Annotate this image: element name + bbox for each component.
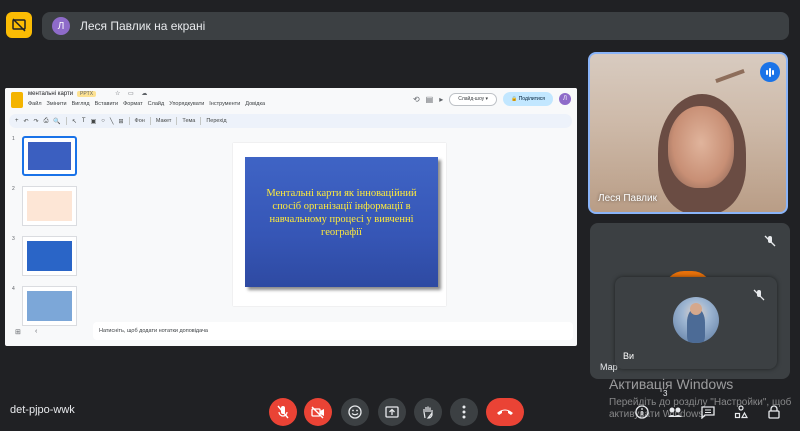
textbox-icon[interactable]: T bbox=[82, 118, 86, 124]
image-icon[interactable]: ▣ bbox=[91, 118, 97, 125]
slide-thumbnail[interactable] bbox=[22, 286, 77, 326]
background-object bbox=[715, 68, 745, 84]
meeting-details-icon[interactable] bbox=[629, 398, 655, 426]
undo-icon[interactable]: ↶ bbox=[24, 118, 29, 125]
transition-button[interactable]: Перехід bbox=[206, 118, 226, 124]
camera-toggle-button[interactable] bbox=[304, 398, 332, 426]
theme-button[interactable]: Тема bbox=[182, 118, 195, 124]
presenter-avatar: Л bbox=[52, 17, 70, 35]
people-icon[interactable] bbox=[662, 398, 688, 426]
participant-tile-speaker[interactable]: Леся Павлик bbox=[588, 52, 788, 214]
share-button[interactable]: 🔒 Поділитися bbox=[503, 92, 553, 106]
user-avatar[interactable]: Л bbox=[559, 93, 571, 105]
divider bbox=[200, 117, 202, 125]
slideshow-label: Слайд-шоу bbox=[458, 96, 485, 102]
divider bbox=[149, 117, 151, 125]
menu-view[interactable]: Вигляд bbox=[72, 101, 90, 107]
slide-thumbnail[interactable] bbox=[22, 236, 77, 276]
menu-insert[interactable]: Вставити bbox=[95, 101, 119, 107]
filmstrip: 1 2 3 4 bbox=[5, 132, 89, 346]
participant-face bbox=[668, 106, 734, 188]
slides-toolbar: + ↶ ↷ ⎙ 🔍 ↖ T ▣ ○ ╲ ⊞ Фон Макет Тема Пер… bbox=[9, 114, 572, 128]
mic-toggle-button[interactable] bbox=[269, 398, 297, 426]
shape-icon[interactable]: ○ bbox=[101, 118, 105, 124]
self-avatar bbox=[673, 297, 719, 343]
redo-icon[interactable]: ↷ bbox=[34, 118, 39, 125]
layout-button[interactable]: Макет bbox=[156, 118, 172, 124]
slide-title-box[interactable]: Ментальні карти як інноваційний спосіб о… bbox=[245, 157, 438, 287]
host-controls-icon[interactable] bbox=[761, 398, 787, 426]
meeting-code: det-pjpo-wwk bbox=[10, 404, 75, 416]
print-icon[interactable]: ⎙ bbox=[44, 118, 49, 125]
more-options-button[interactable] bbox=[450, 398, 478, 426]
collapse-filmstrip-icon[interactable]: ‹ bbox=[35, 328, 37, 335]
shared-screen: ментальні карти PPTX ☆ ▭ ☁ Файл Змінити … bbox=[5, 88, 577, 346]
slide-number: 3 bbox=[12, 236, 15, 242]
line-icon[interactable]: ╲ bbox=[110, 118, 114, 125]
doc-title[interactable]: ментальні карти bbox=[28, 91, 73, 97]
menu-file[interactable]: Файл bbox=[28, 101, 42, 107]
star-move-cloud-icons[interactable]: ☆ ▭ ☁ bbox=[115, 90, 150, 97]
header-actions: ⟲ ▤ ▸ Слайд-шоу ▾ 🔒 Поділитися Л bbox=[413, 92, 571, 106]
participants-count: 3 bbox=[663, 389, 668, 398]
presenting-banner: Л Леся Павлик на екрані bbox=[42, 12, 789, 40]
chat-icon[interactable] bbox=[695, 398, 721, 426]
present-screen-button[interactable] bbox=[378, 398, 406, 426]
menu-slide[interactable]: Слайд bbox=[148, 101, 165, 107]
divider bbox=[176, 117, 178, 125]
slide-thumbnail[interactable] bbox=[22, 186, 77, 226]
mic-off-icon bbox=[762, 233, 778, 249]
slides-logo-icon bbox=[11, 92, 23, 108]
slide-number: 2 bbox=[12, 186, 15, 192]
menu-edit[interactable]: Змінити bbox=[47, 101, 67, 107]
background-button[interactable]: Фон bbox=[135, 118, 145, 124]
slideshow-button[interactable]: Слайд-шоу ▾ bbox=[449, 92, 498, 106]
divider bbox=[128, 117, 130, 125]
grid-view-icon[interactable]: ⊞ bbox=[15, 328, 21, 336]
file-type-badge: PPTX bbox=[77, 91, 97, 97]
speaker-notes[interactable]: Натисніть, щоб додати нотатки доповідача bbox=[93, 322, 573, 340]
slide-canvas: Ментальні карти як інноваційний спосіб о… bbox=[93, 132, 573, 318]
zoom-icon[interactable]: 🔍 bbox=[53, 118, 60, 125]
slide-number: 1 bbox=[12, 136, 15, 142]
current-slide[interactable]: Ментальні карти як інноваційний спосіб о… bbox=[233, 143, 446, 306]
meet-icon[interactable]: ▸ bbox=[439, 95, 443, 104]
presenting-text: Леся Павлик на екрані bbox=[80, 19, 206, 33]
notes-placeholder: Натисніть, щоб додати нотатки доповідача bbox=[99, 328, 208, 334]
leave-call-button[interactable] bbox=[486, 398, 524, 426]
reactions-button[interactable] bbox=[341, 398, 369, 426]
mic-off-icon bbox=[751, 287, 767, 303]
menu-format[interactable]: Формат bbox=[123, 101, 143, 107]
slides-header: ментальні карти PPTX ☆ ▭ ☁ Файл Змінити … bbox=[5, 88, 577, 112]
slide-title: Ментальні карти як інноваційний спосіб о… bbox=[266, 187, 417, 239]
new-slide-icon[interactable]: + bbox=[15, 118, 19, 124]
share-label: Поділитися bbox=[518, 96, 545, 102]
divider bbox=[65, 117, 67, 125]
menu-help[interactable]: Довідка bbox=[245, 101, 265, 107]
menu-tools[interactable]: Інструменти bbox=[209, 101, 240, 107]
menu-bar: Файл Змінити Вигляд Вставити Формат Слай… bbox=[28, 101, 265, 107]
select-icon[interactable]: ↖ bbox=[72, 118, 77, 125]
activities-icon[interactable] bbox=[728, 398, 754, 426]
raise-hand-button[interactable] bbox=[414, 398, 442, 426]
participant-name: Леся Павлик bbox=[598, 193, 657, 204]
comment-add-icon[interactable]: ⊞ bbox=[119, 118, 124, 125]
self-tile[interactable]: Ви bbox=[615, 277, 777, 369]
speaking-indicator-icon bbox=[760, 62, 780, 82]
windows-activation-title: Активація Windows bbox=[609, 376, 734, 392]
menu-arrange[interactable]: Упорядкувати bbox=[169, 101, 204, 107]
slide-number: 4 bbox=[12, 286, 15, 292]
self-name: Ви bbox=[623, 351, 635, 361]
comments-icon[interactable]: ▤ bbox=[426, 95, 434, 104]
history-icon[interactable]: ⟲ bbox=[413, 95, 420, 104]
slide-thumbnail[interactable] bbox=[22, 136, 77, 176]
presentation-off-icon[interactable] bbox=[6, 12, 32, 38]
